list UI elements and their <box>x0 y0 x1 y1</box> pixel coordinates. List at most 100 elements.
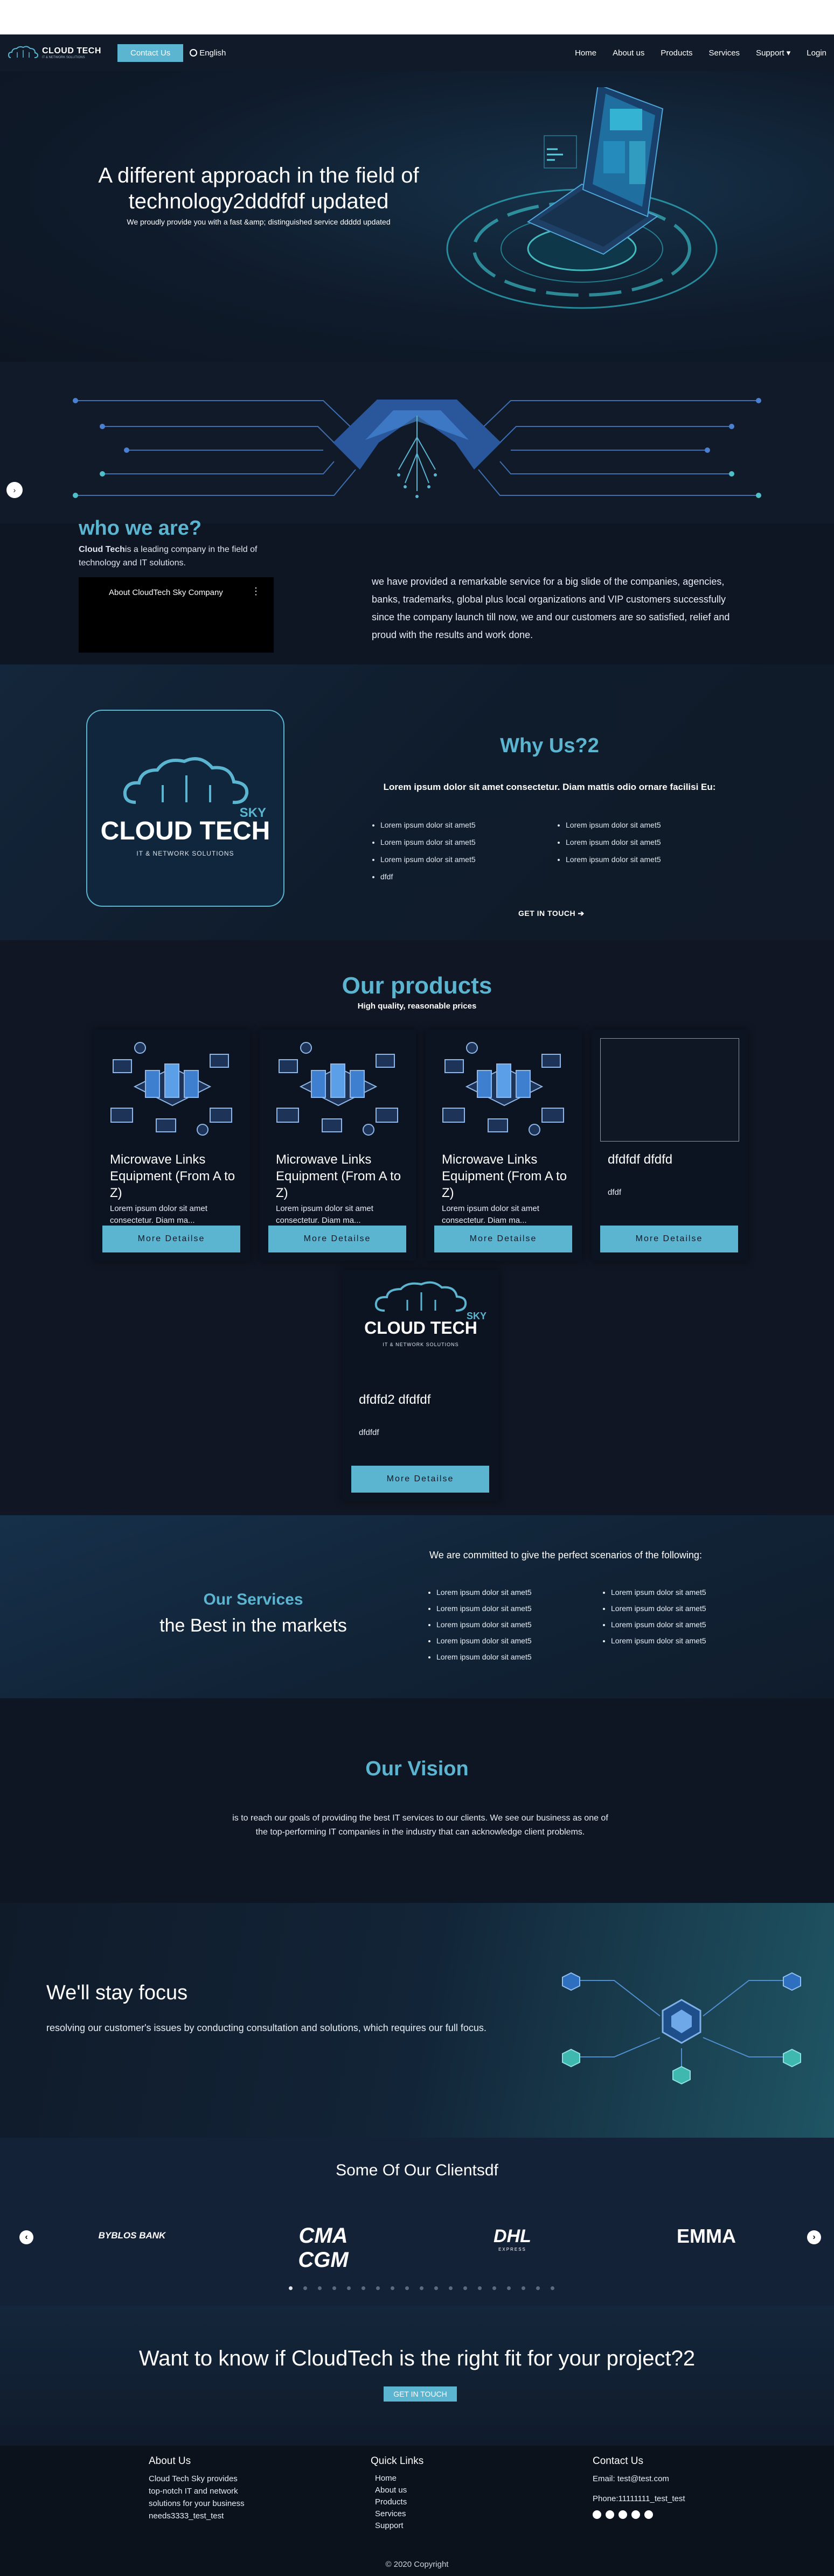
product-name: dfdfdf dfdfd <box>608 1152 673 1167</box>
carousel-dot[interactable] <box>376 2286 380 2290</box>
page: CLOUD TECH IT & NETWORK SOLUTIONS Contac… <box>0 0 834 2576</box>
logo-brand: CLOUD TECH <box>100 817 270 845</box>
carousel-dot[interactable] <box>303 2286 307 2290</box>
nav-about[interactable]: About us <box>613 48 644 58</box>
twitter-icon[interactable] <box>606 2510 614 2519</box>
logo-sky: SKY <box>467 1311 487 1321</box>
carousel-dot[interactable] <box>434 2286 438 2290</box>
cta-section: Want to know if CloudTech is the right f… <box>0 2306 834 2446</box>
nav-support-dropdown[interactable]: Support ▾ <box>756 48 790 58</box>
more-details-button[interactable]: More Detailse <box>102 1226 240 1252</box>
hero-title: A different approach in the field of tec… <box>98 164 419 213</box>
footer-contact-title: Contact Us <box>593 2455 643 2467</box>
client-logo-cma-cgm: CMA CGM <box>298 2224 349 2272</box>
list-item: Lorem ipsum dolor sit amet5 <box>436 1649 532 1665</box>
services-list-left: Lorem ipsum dolor sit amet5 Lorem ipsum … <box>423 1584 532 1665</box>
list-item: Lorem ipsum dolor sit amet5 <box>611 1600 706 1616</box>
carousel-dot[interactable] <box>391 2286 394 2290</box>
footer-phone: Phone:11111111_test_test <box>593 2494 685 2503</box>
list-item: Lorem ipsum dolor sit amet5 <box>436 1616 532 1633</box>
footer-link-home[interactable]: Home <box>375 2473 423 2484</box>
get-in-touch-link[interactable]: GET IN TOUCH ➔ <box>518 909 585 918</box>
more-details-button[interactable]: More Detailse <box>600 1226 738 1252</box>
social-links <box>593 2510 733 2519</box>
instagram-icon[interactable] <box>631 2510 640 2519</box>
list-item: Lorem ipsum dolor sit amet5 <box>566 834 661 851</box>
nav-links: Home About us Products Services Support … <box>575 48 826 58</box>
carousel-dot[interactable] <box>405 2286 409 2290</box>
focus-section: We'll stay focus resolving our customer'… <box>0 1903 834 2138</box>
list-item: Lorem ipsum dolor sit amet5 <box>566 851 661 868</box>
side-panel-toggle[interactable]: › <box>6 482 23 498</box>
logo-tagline: IT & NETWORK SOLUTIONS <box>42 56 85 59</box>
focus-title: We'll stay focus <box>46 1982 188 2004</box>
site-logo[interactable]: CLOUD TECH IT & NETWORK SOLUTIONS <box>8 45 110 61</box>
list-item: dfdf <box>380 868 476 885</box>
carousel-next-button[interactable]: › <box>807 2230 821 2244</box>
why-title: Why Us?2 <box>500 734 599 757</box>
nav-services[interactable]: Services <box>709 48 740 58</box>
more-details-button[interactable]: More Detailse <box>434 1226 572 1252</box>
carousel-dot[interactable] <box>318 2286 322 2290</box>
logo-text: CLOUD TECH <box>42 46 101 55</box>
why-list-right: Lorem ipsum dolor sit amet5 Lorem ipsum … <box>552 816 661 868</box>
carousel-prev-button[interactable]: ‹ <box>19 2230 33 2244</box>
product-description: dfdfdf <box>359 1428 379 1437</box>
product-description: dfdf <box>608 1188 622 1197</box>
product-image-network <box>276 1042 398 1136</box>
product-card: Microwave Links Equipment (From A to Z) … <box>426 1030 582 1261</box>
dhl-subtitle: EXPRESS <box>498 2247 526 2252</box>
carousel-dot[interactable] <box>478 2286 482 2290</box>
why-lead: Lorem ipsum dolor sit amet consectetur. … <box>383 782 716 792</box>
footer-link-services[interactable]: Services <box>375 2508 423 2520</box>
linkedin-icon[interactable] <box>618 2510 627 2519</box>
contact-us-button[interactable]: Contact Us <box>117 44 184 62</box>
youtube-icon[interactable] <box>644 2510 653 2519</box>
get-in-touch-button[interactable]: GET IN TOUCH <box>384 2386 457 2402</box>
hero-section: A different approach in the field of tec… <box>0 71 834 362</box>
footer-about-title: About Us <box>149 2455 191 2467</box>
video-embed[interactable]: About CloudTech Sky Company ⋮ <box>79 577 274 653</box>
list-item: Lorem ipsum dolor sit amet5 <box>436 1633 532 1649</box>
carousel-dot[interactable] <box>492 2286 496 2290</box>
more-details-button[interactable]: More Detailse <box>268 1226 406 1252</box>
carousel-dot[interactable] <box>507 2286 511 2290</box>
cta-title: Want to know if CloudTech is the right f… <box>138 2347 696 2370</box>
list-item: Lorem ipsum dolor sit amet5 <box>611 1616 706 1633</box>
list-item: Lorem ipsum dolor sit amet5 <box>566 816 661 834</box>
product-name: dfdfd2 dfdfdf <box>359 1392 431 1407</box>
product-image-network <box>442 1042 564 1136</box>
product-description: Lorem ipsum dolor sit amet consectetur. … <box>276 1204 373 1225</box>
products-title: Our products <box>342 972 492 999</box>
footer-link-support[interactable]: Support <box>375 2520 423 2532</box>
product-name: Microwave Links Equipment (From A to Z) <box>276 1152 401 1200</box>
carousel-dot[interactable] <box>332 2286 336 2290</box>
nav-login[interactable]: Login <box>807 48 826 58</box>
footer-link-about[interactable]: About us <box>375 2484 423 2496</box>
more-details-button[interactable]: More Detailse <box>351 1466 489 1493</box>
services-lead: We are committed to give the perfect sce… <box>429 1550 702 1560</box>
footer-email[interactable]: Email: test@test.com <box>593 2473 733 2485</box>
product-image-placeholder <box>600 1038 739 1142</box>
carousel-dot[interactable] <box>463 2286 467 2290</box>
list-item: Lorem ipsum dolor sit amet5 <box>380 851 476 868</box>
facebook-icon[interactable] <box>593 2510 601 2519</box>
carousel-dot[interactable] <box>362 2286 365 2290</box>
products-subtitle: High quality, reasonable prices <box>357 1002 477 1011</box>
footer-link-products[interactable]: Products <box>375 2496 423 2508</box>
carousel-dot[interactable] <box>420 2286 423 2290</box>
focus-text: resolving our customer's issues by condu… <box>46 2022 486 2033</box>
who-title: who we are? <box>79 517 202 540</box>
carousel-dot[interactable] <box>551 2286 554 2290</box>
carousel-dot[interactable] <box>347 2286 351 2290</box>
nav-home[interactable]: Home <box>575 48 596 58</box>
carousel-dot[interactable] <box>522 2286 525 2290</box>
nav-products[interactable]: Products <box>661 48 692 58</box>
video-menu-icon[interactable]: ⋮ <box>251 586 261 597</box>
services-section: Our Services the Best in the markets We … <box>0 1515 834 1698</box>
carousel-dot[interactable] <box>449 2286 453 2290</box>
carousel-dot[interactable] <box>536 2286 540 2290</box>
who-description: we have provided a remarkable service fo… <box>372 576 730 640</box>
carousel-dot[interactable] <box>289 2286 293 2290</box>
language-selector[interactable]: English <box>190 48 226 58</box>
